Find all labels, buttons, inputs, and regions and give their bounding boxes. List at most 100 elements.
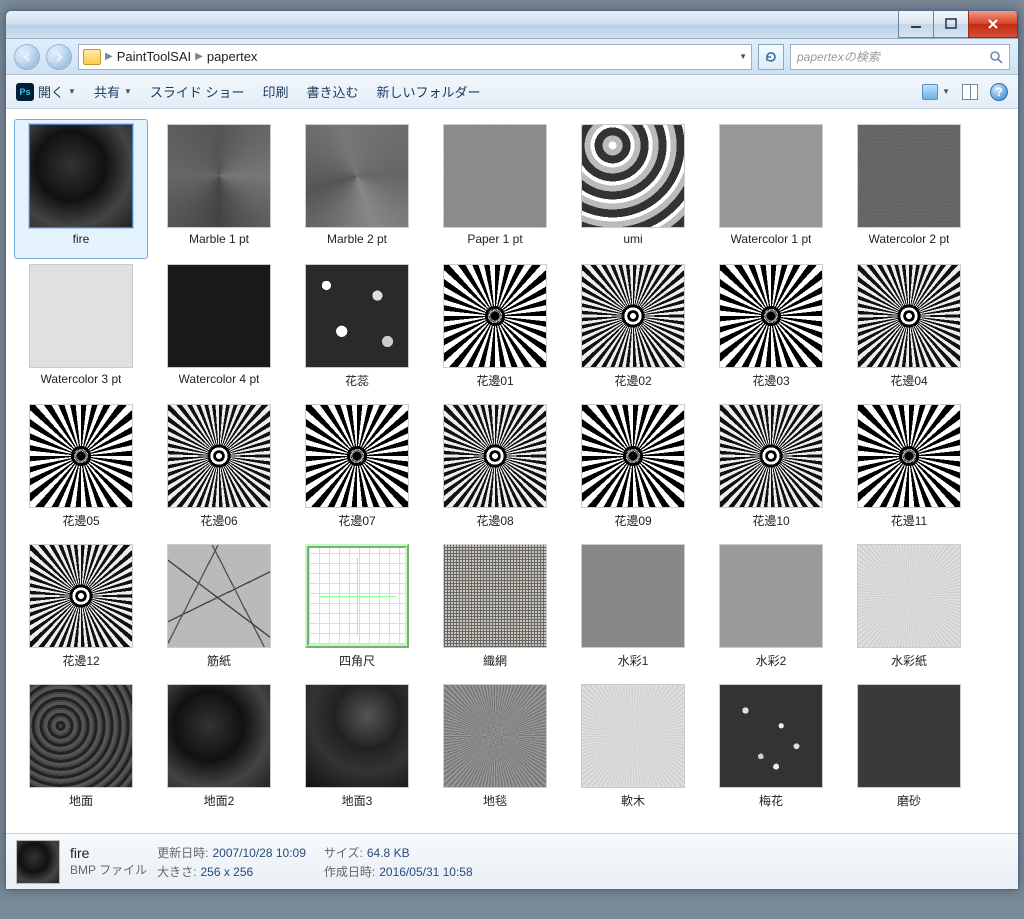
file-name: Watercolor 3 pt: [41, 372, 122, 386]
file-item[interactable]: Paper 1 pt: [428, 119, 562, 259]
breadcrumb-part[interactable]: PaintToolSAI: [117, 49, 191, 64]
view-options-button[interactable]: ▼: [922, 84, 950, 100]
details-pane: fire BMP ファイル 更新日時:2007/10/28 10:09 大きさ:…: [6, 833, 1018, 889]
file-item[interactable]: 地毯: [428, 679, 562, 819]
file-item[interactable]: Watercolor 2 pt: [842, 119, 976, 259]
file-thumbnail: [857, 684, 961, 788]
chevron-down-icon[interactable]: ▼: [739, 52, 747, 61]
file-item[interactable]: 織網: [428, 539, 562, 679]
file-item[interactable]: 磨砂: [842, 679, 976, 819]
file-item[interactable]: 水彩2: [704, 539, 838, 679]
file-item[interactable]: 花邊05: [14, 399, 148, 539]
file-item[interactable]: 軟木: [566, 679, 700, 819]
file-item[interactable]: umi: [566, 119, 700, 259]
file-name: 水彩1: [618, 652, 649, 669]
share-button[interactable]: 共有 ▼: [94, 82, 132, 101]
titlebar: [6, 11, 1018, 39]
file-name: 花邊12: [62, 652, 99, 669]
file-item[interactable]: Watercolor 1 pt: [704, 119, 838, 259]
file-item[interactable]: 花邊09: [566, 399, 700, 539]
file-name: 花邊03: [752, 372, 789, 389]
file-item[interactable]: fire: [14, 119, 148, 259]
file-thumbnail: [167, 124, 271, 228]
burn-label: 書き込む: [307, 82, 359, 101]
file-name: fire: [73, 232, 90, 246]
slideshow-button[interactable]: スライド ショー: [150, 82, 245, 101]
chevron-down-icon: ▼: [68, 87, 76, 96]
file-thumbnail: [443, 544, 547, 648]
file-item[interactable]: 花蕊: [290, 259, 424, 399]
print-button[interactable]: 印刷: [263, 82, 289, 101]
help-button[interactable]: ?: [990, 83, 1008, 101]
file-name: 軟木: [621, 792, 645, 809]
file-item[interactable]: 花邊07: [290, 399, 424, 539]
file-thumbnail: [167, 684, 271, 788]
file-name: 地面2: [204, 792, 235, 809]
file-item[interactable]: Marble 1 pt: [152, 119, 286, 259]
file-grid[interactable]: fire Marble 1 ptMarble 2 ptPaper 1 pt umi W…: [6, 109, 1018, 833]
file-item[interactable]: 花邊02: [566, 259, 700, 399]
file-item[interactable]: 花邊11: [842, 399, 976, 539]
share-label: 共有: [94, 82, 120, 101]
file-thumbnail: [443, 124, 547, 228]
file-item[interactable]: 花邊10: [704, 399, 838, 539]
file-item[interactable]: 花邊08: [428, 399, 562, 539]
file-thumbnail: [443, 404, 547, 508]
details-name-block: fire BMP ファイル: [70, 845, 147, 878]
minimize-button[interactable]: [898, 11, 934, 38]
pane-toggle-button[interactable]: [962, 84, 978, 100]
file-name: Watercolor 2 pt: [869, 232, 950, 246]
file-name: 花邊06: [200, 512, 237, 529]
file-item[interactable]: 水彩1: [566, 539, 700, 679]
nav-back-button[interactable]: [14, 44, 40, 70]
file-thumbnail: [857, 544, 961, 648]
file-item[interactable]: 花邊03: [704, 259, 838, 399]
file-thumbnail: [719, 124, 823, 228]
maximize-icon: [944, 17, 958, 31]
file-thumbnail: [305, 264, 409, 368]
file-thumbnail: [29, 544, 133, 648]
close-button[interactable]: [968, 11, 1018, 38]
file-thumbnail: [305, 544, 409, 648]
toolbar-left: Ps 開く ▼ 共有 ▼ スライド ショー 印刷 書き込む 新しいフォルダー: [16, 82, 481, 101]
file-item[interactable]: 地面3: [290, 679, 424, 819]
file-item[interactable]: 地面2: [152, 679, 286, 819]
size-label: サイズ:: [324, 846, 363, 860]
file-thumbnail: [305, 404, 409, 508]
file-thumbnail: [305, 684, 409, 788]
file-thumbnail: [581, 684, 685, 788]
file-item[interactable]: 水彩紙: [842, 539, 976, 679]
file-name: umi: [623, 232, 642, 246]
details-filetype: BMP ファイル: [70, 861, 147, 878]
maximize-button[interactable]: [933, 11, 969, 38]
nav-forward-button[interactable]: [46, 44, 72, 70]
file-item[interactable]: 花邊04: [842, 259, 976, 399]
search-icon: [989, 50, 1003, 64]
file-name: 梅花: [759, 792, 783, 809]
search-input[interactable]: papertexの検索: [790, 44, 1010, 70]
open-button[interactable]: Ps 開く ▼: [16, 82, 76, 101]
file-item[interactable]: 四角尺: [290, 539, 424, 679]
file-item[interactable]: 梅花: [704, 679, 838, 819]
new-folder-button[interactable]: 新しいフォルダー: [377, 82, 481, 101]
burn-button[interactable]: 書き込む: [307, 82, 359, 101]
file-name: 花邊08: [476, 512, 513, 529]
open-label: 開く: [38, 82, 64, 101]
breadcrumb[interactable]: ▶ PaintToolSAI ▶ papertex ▼: [78, 44, 752, 70]
breadcrumb-part[interactable]: papertex: [207, 49, 258, 64]
file-item[interactable]: 地面: [14, 679, 148, 819]
file-name: Watercolor 4 pt: [179, 372, 260, 386]
file-item[interactable]: Watercolor 3 pt: [14, 259, 148, 399]
refresh-button[interactable]: [758, 44, 784, 70]
file-name: 花邊04: [890, 372, 927, 389]
file-item[interactable]: Marble 2 pt: [290, 119, 424, 259]
file-item[interactable]: 花邊12: [14, 539, 148, 679]
file-item[interactable]: 筋紙: [152, 539, 286, 679]
file-item[interactable]: 花邊01: [428, 259, 562, 399]
file-item[interactable]: Watercolor 4 pt: [152, 259, 286, 399]
file-name: 地面3: [342, 792, 373, 809]
file-name: 花邊02: [614, 372, 651, 389]
file-item[interactable]: 花邊06: [152, 399, 286, 539]
chevron-down-icon: ▼: [942, 87, 950, 96]
file-thumbnail: [581, 404, 685, 508]
